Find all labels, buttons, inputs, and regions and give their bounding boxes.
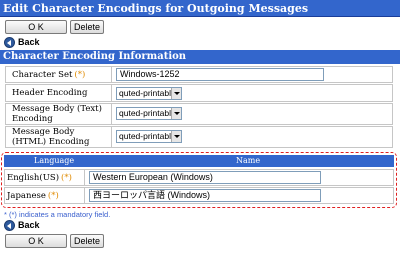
back-label: Back: [18, 220, 40, 230]
back-arrow-icon: [4, 37, 15, 48]
language-table-header: Language Name: [4, 155, 394, 167]
body-html-encoding-row: Message Body (HTML) Encoding quted-print…: [5, 126, 393, 148]
mandatory-mark: (*): [74, 69, 86, 80]
column-header-language: Language: [34, 156, 75, 165]
header-encoding-select[interactable]: quted-printable: [116, 87, 182, 100]
language-name-input[interactable]: Western European (Windows): [89, 171, 321, 184]
section-header: Character Encoding Information: [0, 50, 400, 64]
body-text-encoding-select[interactable]: quted-printable: [116, 107, 182, 120]
charset-label: Character Set (*): [6, 67, 112, 82]
back-link-top[interactable]: Back: [4, 37, 40, 48]
language-label: English(US) (*): [5, 170, 85, 185]
table-row: Japanese (*) 西ヨーロッパ言語 (Windows): [4, 187, 394, 204]
charset-input[interactable]: Windows-1252: [116, 68, 324, 81]
header-encoding-row: Header Encoding quted-printable: [5, 84, 393, 102]
ok-button-bottom[interactable]: O K: [5, 234, 67, 248]
body-text-encoding-label: Message Body (Text) Encoding: [6, 104, 112, 124]
ok-button-top[interactable]: O K: [5, 20, 67, 34]
chevron-down-icon: [171, 108, 181, 119]
chevron-down-icon: [171, 88, 181, 99]
body-text-encoding-row: Message Body (Text) Encoding quted-print…: [5, 103, 393, 125]
mandatory-footnote: * (*) indicates a mandatory field.: [4, 210, 111, 219]
body-html-encoding-label: Message Body (HTML) Encoding: [6, 127, 112, 147]
mandatory-mark: (*): [47, 190, 59, 201]
page-title: Edit Character Encodings for Outgoing Me…: [0, 0, 400, 17]
language-label: Japanese (*): [5, 188, 85, 203]
back-arrow-icon: [4, 220, 15, 231]
delete-button-top[interactable]: Delete: [70, 20, 104, 34]
delete-button-bottom[interactable]: Delete: [70, 234, 104, 248]
back-link-bottom[interactable]: Back: [4, 220, 40, 231]
mandatory-mark: (*): [61, 172, 72, 183]
back-label: Back: [18, 37, 40, 47]
table-row: English(US) (*) Western European (Windows…: [4, 169, 394, 186]
body-html-encoding-select[interactable]: quted-printable: [116, 130, 182, 143]
language-name-input[interactable]: 西ヨーロッパ言語 (Windows): [89, 189, 321, 202]
charset-row: Character Set (*) Windows-1252: [5, 66, 393, 83]
header-encoding-label: Header Encoding: [6, 85, 112, 101]
column-header-name: Name: [236, 156, 261, 165]
chevron-down-icon: [171, 131, 181, 142]
